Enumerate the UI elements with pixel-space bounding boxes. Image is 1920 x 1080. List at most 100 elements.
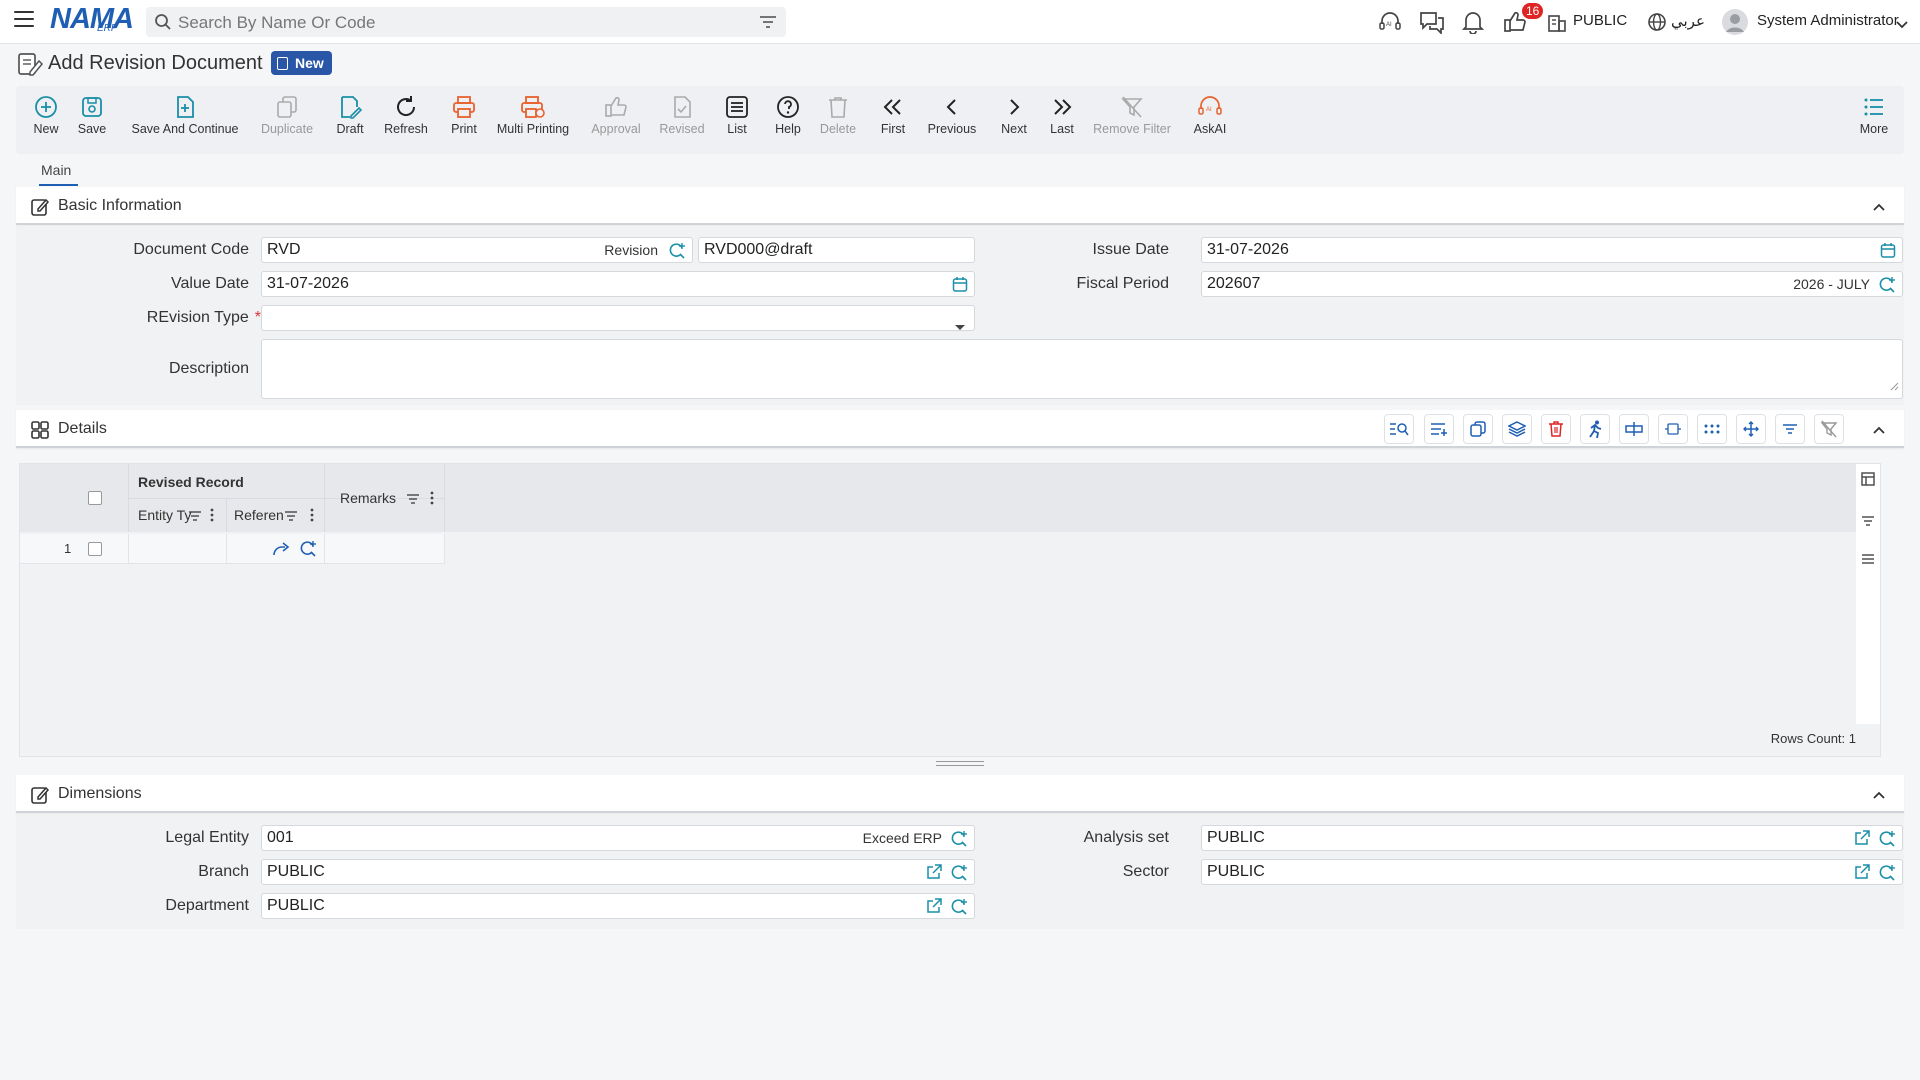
select-all-checkbox[interactable] — [88, 491, 102, 505]
new-button[interactable]: New — [24, 92, 68, 136]
chevron-down-icon[interactable] — [1896, 16, 1908, 34]
chevron-up-icon[interactable] — [1872, 787, 1886, 805]
list-button[interactable]: List — [722, 92, 752, 136]
revision-type-select[interactable] — [261, 305, 975, 331]
remarks-column-header[interactable]: Remarks — [340, 490, 396, 506]
calendar-icon[interactable] — [1880, 242, 1896, 266]
ai-support-icon[interactable]: AI — [1378, 10, 1402, 39]
layers-icon[interactable] — [1502, 414, 1532, 444]
delete-row-icon[interactable] — [1541, 414, 1571, 444]
calendar-icon[interactable] — [952, 276, 968, 300]
dimensions-header[interactable]: Dimensions — [16, 775, 1904, 813]
globe-icon[interactable] — [1647, 12, 1667, 37]
sector-field[interactable]: PUBLIC — [1201, 859, 1903, 885]
grid-resize-handle[interactable] — [936, 761, 984, 766]
first-button[interactable]: First — [876, 92, 910, 136]
previous-button[interactable]: Previous — [924, 92, 980, 136]
analysis-set-field[interactable]: PUBLIC — [1201, 825, 1903, 851]
delete-icon — [818, 92, 858, 122]
lookup-icon[interactable] — [1878, 864, 1896, 890]
chevron-up-icon[interactable] — [1872, 422, 1886, 440]
run-icon[interactable] — [1580, 414, 1610, 444]
copy-row-icon[interactable] — [1463, 414, 1493, 444]
chevron-up-icon[interactable] — [1872, 199, 1886, 217]
move-icon[interactable] — [1736, 414, 1766, 444]
duplicate-button[interactable]: Duplicate — [256, 92, 318, 136]
column-menu-icon[interactable] — [310, 508, 314, 527]
open-link-icon[interactable] — [1854, 830, 1870, 854]
columns-panel-icon[interactable] — [1861, 472, 1875, 491]
table-row[interactable]: 1 — [20, 534, 445, 564]
search-input[interactable]: Search By Name Or Code — [146, 7, 786, 37]
branch-selector[interactable]: PUBLIC — [1573, 12, 1627, 29]
remove-filter-icon[interactable] — [1814, 414, 1844, 444]
avatar[interactable] — [1722, 9, 1748, 40]
help-button[interactable]: Help — [771, 92, 805, 136]
fiscal-period-field[interactable]: 202607 2026 - JULY — [1201, 271, 1903, 297]
tab-main-indicator — [39, 184, 78, 186]
column-filter-icon[interactable] — [284, 509, 298, 527]
draft-button[interactable]: Draft — [328, 92, 372, 136]
document-code-number-field[interactable]: RVD000@draft — [698, 237, 975, 263]
print-button[interactable]: Print — [444, 92, 484, 136]
approval-button[interactable]: Approval — [588, 92, 644, 136]
dropdown-arrow-icon[interactable] — [954, 315, 966, 339]
lookup-icon[interactable] — [950, 898, 968, 924]
filter-icon[interactable] — [1775, 414, 1805, 444]
column-menu-icon[interactable] — [430, 491, 434, 510]
reference-column-header[interactable]: Referen — [234, 507, 284, 523]
logo: NAMA — [50, 3, 134, 35]
issue-date-field[interactable]: 31-07-2026 — [1201, 237, 1903, 263]
language-selector[interactable]: عربي — [1671, 12, 1705, 30]
lookup-icon[interactable] — [1878, 830, 1896, 856]
open-link-icon[interactable] — [926, 898, 942, 922]
save-and-continue-button[interactable]: Save And Continue — [128, 92, 242, 136]
legal-entity-field[interactable]: 001 Exceed ERP — [261, 825, 975, 851]
department-field[interactable]: PUBLIC — [261, 893, 975, 919]
lookup-icon[interactable] — [668, 242, 686, 268]
chat-icon[interactable] — [1419, 10, 1445, 39]
lookup-icon[interactable] — [299, 540, 317, 563]
branch-field[interactable]: PUBLIC — [261, 859, 975, 885]
revised-label: Revised — [659, 122, 705, 136]
lookup-icon[interactable] — [1878, 276, 1896, 302]
save-button[interactable]: Save — [72, 92, 112, 136]
open-link-icon[interactable] — [926, 864, 942, 888]
expand-icon[interactable] — [1658, 414, 1688, 444]
row-checkbox[interactable] — [88, 542, 102, 556]
open-reference-icon[interactable] — [272, 541, 290, 562]
grid-search-icon[interactable] — [1384, 414, 1414, 444]
resize-grip-icon[interactable] — [1889, 378, 1899, 396]
lookup-icon[interactable] — [950, 830, 968, 856]
more-button[interactable]: More — [1856, 92, 1892, 136]
lookup-icon[interactable] — [950, 864, 968, 890]
revised-button[interactable]: Revised — [656, 92, 708, 136]
open-link-icon[interactable] — [1854, 864, 1870, 888]
remove-filter-button[interactable]: Remove Filter — [1092, 92, 1172, 136]
column-filter-icon[interactable] — [406, 492, 420, 510]
add-row-icon[interactable] — [1424, 414, 1454, 444]
column-menu-icon[interactable] — [210, 508, 214, 527]
multi-printing-button[interactable]: Multi Printing — [492, 92, 574, 136]
last-button[interactable]: Last — [1046, 92, 1078, 136]
column-filter-icon[interactable] — [188, 509, 202, 527]
issue-date-label: Issue Date — [1092, 241, 1169, 258]
document-code-field[interactable]: RVD Revision — [261, 237, 693, 263]
filter-icon[interactable] — [760, 15, 776, 34]
delete-button[interactable]: Delete — [818, 92, 858, 136]
user-name[interactable]: System Administrator — [1757, 12, 1899, 29]
basic-information-header[interactable]: Basic Information — [16, 187, 1904, 225]
refresh-button[interactable]: Refresh — [380, 92, 432, 136]
value-date-field[interactable]: 31-07-2026 — [261, 271, 975, 297]
menu-lines-icon[interactable] — [1861, 552, 1875, 570]
dots-grid-icon[interactable] — [1697, 414, 1727, 444]
insert-row-icon[interactable] — [1619, 414, 1649, 444]
filters-panel-icon[interactable] — [1861, 514, 1875, 532]
description-textarea[interactable] — [261, 339, 1903, 399]
bell-icon[interactable] — [1461, 10, 1485, 39]
entity-type-column-header[interactable]: Entity Ty — [138, 507, 191, 523]
tab-main[interactable]: Main — [41, 162, 71, 178]
hamburger-menu-icon[interactable] — [14, 11, 34, 31]
askai-button[interactable]: AI AskAI — [1190, 92, 1230, 136]
next-button[interactable]: Next — [996, 92, 1032, 136]
